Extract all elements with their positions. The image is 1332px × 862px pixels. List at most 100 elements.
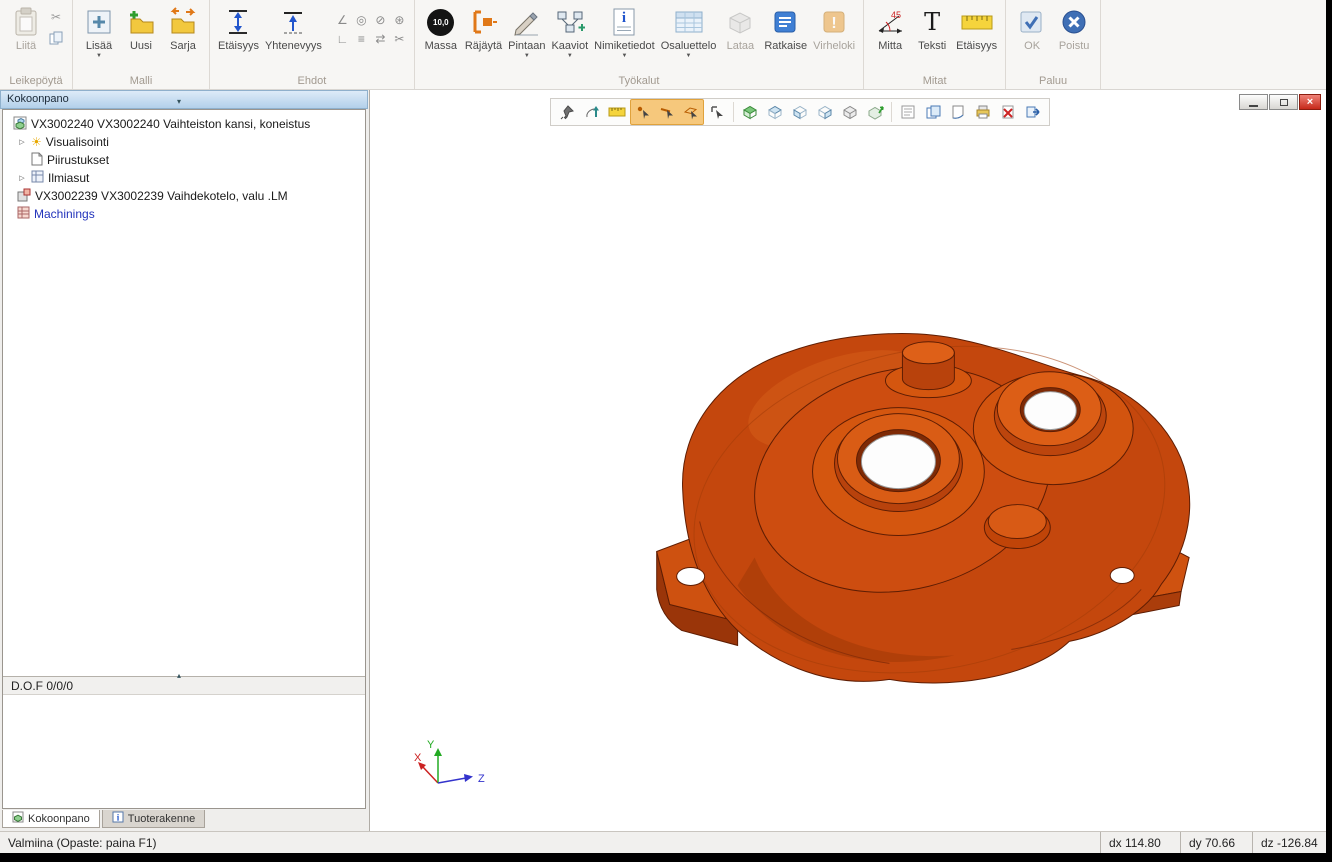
- model-viewport[interactable]: ×: [369, 90, 1326, 831]
- tree-item-visualization[interactable]: ▷ ☀ Visualisointi: [3, 133, 365, 151]
- svg-text:i: i: [622, 10, 626, 26]
- face-select-icon[interactable]: [738, 100, 762, 124]
- chevron-down-icon: ▼: [567, 53, 573, 59]
- distance-dim-button[interactable]: Etäisyys: [953, 2, 1000, 52]
- error-log-icon: !: [821, 5, 847, 39]
- mass-icon: 10,0: [427, 9, 454, 36]
- perpendicular-constraint-icon[interactable]: ∟: [333, 29, 352, 48]
- concentric-constraint-icon[interactable]: ◎: [352, 10, 371, 29]
- new-button[interactable]: Uusi: [120, 2, 162, 52]
- tree-item-label: Piirustukset: [47, 153, 109, 167]
- add-label: Lisää: [86, 40, 112, 52]
- exit-button[interactable]: Poistu: [1053, 2, 1095, 52]
- export-view-icon[interactable]: [1021, 100, 1045, 124]
- tab-product-structure[interactable]: i Tuoterakenne: [102, 810, 205, 828]
- tree-item-drawings[interactable]: Piirustukset: [3, 151, 365, 169]
- tree-item-appearances[interactable]: ▷ Ilmiasut: [3, 169, 365, 187]
- angle-constraint-icon[interactable]: ∠: [333, 10, 352, 29]
- maximize-icon: [1280, 99, 1288, 106]
- group-label-model: Malli: [78, 74, 204, 89]
- tree-item-part[interactable]: VX3002239 VX3002239 Vaihdekotelo, valu .…: [3, 187, 365, 205]
- ok-label: OK: [1024, 40, 1040, 52]
- panel-title[interactable]: Kokoonpano ▾: [0, 90, 368, 109]
- expander-icon[interactable]: ▷: [17, 138, 27, 146]
- sheet-list-icon[interactable]: [896, 100, 920, 124]
- load-button[interactable]: Lataa: [719, 2, 761, 52]
- ok-button[interactable]: OK: [1011, 2, 1053, 52]
- cut-button[interactable]: ✂: [47, 8, 65, 26]
- parts-list-label: Osaluettelo: [661, 40, 717, 52]
- info-tab-icon: i: [112, 811, 124, 826]
- delete-view-icon[interactable]: [996, 100, 1020, 124]
- solve-button[interactable]: Ratkaise: [761, 2, 810, 52]
- tree-item-label: Visualisointi: [46, 135, 109, 149]
- plane-select-2-icon[interactable]: [788, 100, 812, 124]
- measure-icon: 45: [875, 5, 905, 39]
- part-icon: [17, 188, 31, 205]
- symmetry-constraint-icon[interactable]: ⊛: [390, 10, 409, 29]
- axis-y-label: Y: [427, 739, 435, 751]
- minimize-button[interactable]: [1239, 94, 1268, 110]
- tangent-constraint-icon[interactable]: ⊘: [371, 10, 390, 29]
- add-button[interactable]: Lisää ▼: [78, 2, 120, 59]
- trim-constraint-icon[interactable]: ✂: [390, 29, 409, 48]
- distance-constraint-button[interactable]: Etäisyys: [215, 2, 262, 52]
- assembly-tree-box: VX3002240 VX3002240 Vaihteiston kansi, k…: [2, 109, 366, 809]
- solid-select-icon[interactable]: [838, 100, 862, 124]
- copy-button[interactable]: [47, 30, 65, 48]
- page-preview-icon[interactable]: [946, 100, 970, 124]
- viewport-toolbar: [550, 98, 1050, 126]
- assembly-panel: Kokoonpano ▾ VX3002240 VX3002240 Vaihtei…: [0, 90, 368, 831]
- paste-button[interactable]: Liitä: [5, 2, 47, 52]
- snap-mode-group: [630, 99, 704, 125]
- pin-icon[interactable]: [555, 100, 579, 124]
- snap-face-icon[interactable]: [679, 100, 703, 124]
- plane-select-3-icon[interactable]: [813, 100, 837, 124]
- print-icon[interactable]: [971, 100, 995, 124]
- solve-label: Ratkaise: [764, 40, 807, 52]
- splitter-handle-icon[interactable]: ▴: [177, 667, 181, 685]
- tab-assembly[interactable]: Kokoonpano: [2, 810, 100, 828]
- series-label: Sarja: [170, 40, 196, 52]
- diagrams-button[interactable]: Kaaviot ▼: [548, 2, 591, 59]
- text-button[interactable]: T Teksti: [911, 2, 953, 52]
- ribbon-group-dimensions: 45 Mitta T Teksti Etäisyys Mitat: [864, 0, 1006, 89]
- pick-part-icon[interactable]: [705, 100, 729, 124]
- load-label: Lataa: [727, 40, 755, 52]
- assembly-tab-icon: [12, 811, 24, 826]
- load-box-icon: [725, 5, 755, 39]
- explode-button[interactable]: Räjäytä: [462, 2, 505, 52]
- coord-dx: dx 114.80: [1100, 832, 1180, 853]
- ruler-icon[interactable]: [605, 100, 629, 124]
- page-icon: [31, 152, 43, 169]
- rotate-view-icon[interactable]: [580, 100, 604, 124]
- mass-button[interactable]: 10,0 Massa: [420, 2, 462, 52]
- exit-icon: [1061, 5, 1087, 39]
- parts-list-button[interactable]: Osaluettelo ▼: [658, 2, 720, 59]
- swap-constraint-icon[interactable]: ⇄: [371, 29, 390, 48]
- solid-normal-icon[interactable]: [863, 100, 887, 124]
- tree-item-machinings[interactable]: Machinings: [3, 205, 365, 223]
- mass-label: Massa: [425, 40, 457, 52]
- to-surface-button[interactable]: Pintaan ▼: [505, 2, 548, 59]
- parallel-constraint-icon[interactable]: ≡: [352, 29, 371, 48]
- maximize-button[interactable]: [1269, 94, 1298, 110]
- expander-icon[interactable]: ▷: [17, 174, 27, 182]
- group-label-back: Paluu: [1011, 74, 1095, 89]
- snap-edge-icon[interactable]: [655, 100, 679, 124]
- tree-item-root[interactable]: VX3002240 VX3002240 Vaihteiston kansi, k…: [3, 115, 365, 133]
- chevron-down-icon: ▼: [621, 53, 627, 59]
- close-button[interactable]: ×: [1299, 94, 1321, 110]
- measure-button[interactable]: 45 Mitta: [869, 2, 911, 52]
- 3d-model-gearbox-cover[interactable]: [370, 90, 1326, 830]
- error-log-button[interactable]: ! Virheloki: [810, 2, 858, 52]
- series-button[interactable]: Sarja: [162, 2, 204, 52]
- snap-point-icon[interactable]: [631, 100, 655, 124]
- splitter-handle-icon[interactable]: ▾: [177, 93, 181, 110]
- coincidence-button[interactable]: Yhtenevyys: [262, 2, 325, 52]
- plane-select-1-icon[interactable]: [763, 100, 787, 124]
- copy-sheets-icon[interactable]: [921, 100, 945, 124]
- item-info-button[interactable]: i Nimiketiedot ▼: [591, 2, 658, 59]
- coordinate-triad: X Y Z: [408, 735, 518, 805]
- to-surface-label: Pintaan: [508, 40, 545, 52]
